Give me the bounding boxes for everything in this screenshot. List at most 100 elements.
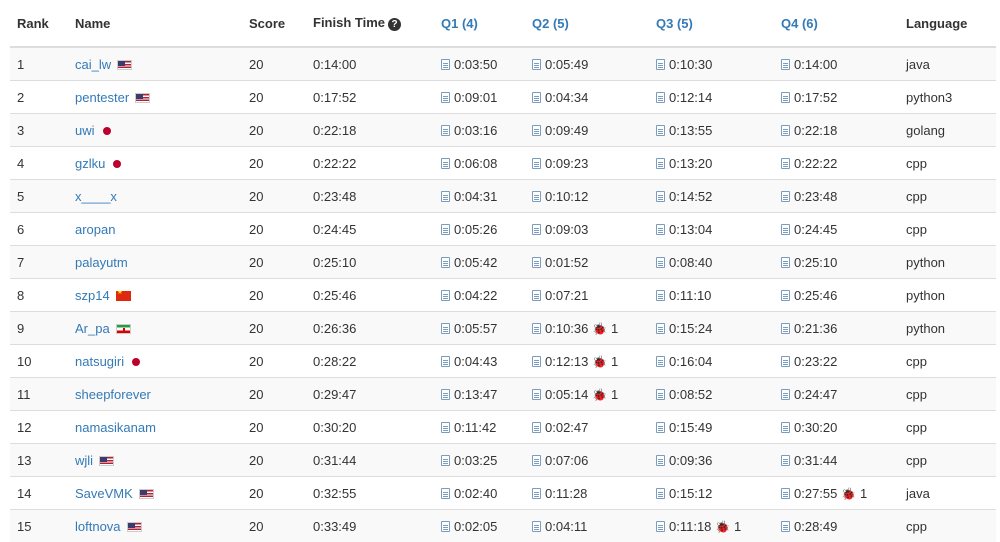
language-cell: cpp xyxy=(899,411,996,444)
score-cell: 20 xyxy=(242,378,306,411)
file-code-icon[interactable] xyxy=(656,356,665,367)
file-code-icon[interactable] xyxy=(781,92,790,103)
q4-time: 0:22:18 xyxy=(794,123,837,138)
file-code-icon[interactable] xyxy=(656,521,665,532)
q3-cell: 0:10:30 xyxy=(649,47,774,81)
file-code-icon[interactable] xyxy=(781,422,790,433)
q1-time: 0:09:01 xyxy=(454,90,497,105)
user-link[interactable]: x____x xyxy=(75,189,117,204)
file-code-icon[interactable] xyxy=(532,455,541,466)
user-link[interactable]: natsugiri xyxy=(75,354,124,369)
file-code-icon[interactable] xyxy=(441,356,450,367)
file-code-icon[interactable] xyxy=(656,455,665,466)
q3-time: 0:11:18 xyxy=(669,519,711,534)
user-link[interactable]: SaveVMK xyxy=(75,486,133,501)
col-q1[interactable]: Q1 (4) xyxy=(434,0,525,47)
file-code-icon[interactable] xyxy=(781,125,790,136)
rank-cell: 15 xyxy=(10,510,68,542)
user-link[interactable]: loftnova xyxy=(75,519,121,534)
file-code-icon[interactable] xyxy=(532,92,541,103)
file-code-icon[interactable] xyxy=(656,290,665,301)
file-code-icon[interactable] xyxy=(781,224,790,235)
file-code-icon[interactable] xyxy=(781,191,790,202)
col-q3[interactable]: Q3 (5) xyxy=(649,0,774,47)
finish-time-cell: 0:22:22 xyxy=(306,147,434,180)
file-code-icon[interactable] xyxy=(656,92,665,103)
file-code-icon[interactable] xyxy=(441,191,450,202)
user-link[interactable]: namasikanam xyxy=(75,420,156,435)
file-code-icon[interactable] xyxy=(532,521,541,532)
file-code-icon[interactable] xyxy=(781,257,790,268)
col-q4[interactable]: Q4 (6) xyxy=(774,0,899,47)
file-code-icon[interactable] xyxy=(656,59,665,70)
file-code-icon[interactable] xyxy=(441,257,450,268)
file-code-icon[interactable] xyxy=(532,59,541,70)
score-cell: 20 xyxy=(242,47,306,81)
file-code-icon[interactable] xyxy=(656,488,665,499)
q4-time: 0:14:00 xyxy=(794,57,837,72)
file-code-icon[interactable] xyxy=(781,158,790,169)
user-link[interactable]: cai_lw xyxy=(75,57,111,72)
file-code-icon[interactable] xyxy=(656,389,665,400)
finish-time-cell: 0:25:10 xyxy=(306,246,434,279)
q1-time: 0:06:08 xyxy=(454,156,497,171)
file-code-icon[interactable] xyxy=(781,59,790,70)
file-code-icon[interactable] xyxy=(441,521,450,532)
file-code-icon[interactable] xyxy=(441,290,450,301)
file-code-icon[interactable] xyxy=(781,488,790,499)
q4-time: 0:25:10 xyxy=(794,255,837,270)
file-code-icon[interactable] xyxy=(656,422,665,433)
file-code-icon[interactable] xyxy=(441,488,450,499)
file-code-icon[interactable] xyxy=(532,422,541,433)
file-code-icon[interactable] xyxy=(781,356,790,367)
file-code-icon[interactable] xyxy=(656,224,665,235)
file-code-icon[interactable] xyxy=(532,389,541,400)
file-code-icon[interactable] xyxy=(532,257,541,268)
name-cell: loftnova xyxy=(68,510,242,542)
file-code-icon[interactable] xyxy=(781,521,790,532)
q1-time: 0:02:05 xyxy=(454,519,497,534)
file-code-icon[interactable] xyxy=(656,323,665,334)
file-code-icon[interactable] xyxy=(656,191,665,202)
user-link[interactable]: aropan xyxy=(75,222,115,237)
file-code-icon[interactable] xyxy=(441,389,450,400)
col-q2[interactable]: Q2 (5) xyxy=(525,0,649,47)
file-code-icon[interactable] xyxy=(781,290,790,301)
finish-time-cell: 0:28:22 xyxy=(306,345,434,378)
user-link[interactable]: szp14 xyxy=(75,288,110,303)
file-code-icon[interactable] xyxy=(532,488,541,499)
file-code-icon[interactable] xyxy=(656,158,665,169)
file-code-icon[interactable] xyxy=(441,455,450,466)
file-code-icon[interactable] xyxy=(532,191,541,202)
file-code-icon[interactable] xyxy=(532,158,541,169)
file-code-icon[interactable] xyxy=(441,323,450,334)
file-code-icon[interactable] xyxy=(532,224,541,235)
file-code-icon[interactable] xyxy=(656,257,665,268)
file-code-icon[interactable] xyxy=(441,92,450,103)
user-link[interactable]: wjli xyxy=(75,453,93,468)
file-code-icon[interactable] xyxy=(781,455,790,466)
table-row: 1cai_lw200:14:000:03:500:05:490:10:300:1… xyxy=(10,47,996,81)
file-code-icon[interactable] xyxy=(441,224,450,235)
user-link[interactable]: sheepforever xyxy=(75,387,151,402)
file-code-icon[interactable] xyxy=(532,323,541,334)
user-link[interactable]: pentester xyxy=(75,90,129,105)
file-code-icon[interactable] xyxy=(441,59,450,70)
user-link[interactable]: Ar_pa xyxy=(75,321,110,336)
user-link[interactable]: palayutm xyxy=(75,255,128,270)
score-cell: 20 xyxy=(242,477,306,510)
file-code-icon[interactable] xyxy=(656,125,665,136)
col-score: Score xyxy=(242,0,306,47)
file-code-icon[interactable] xyxy=(781,323,790,334)
question-circle-icon[interactable]: ? xyxy=(388,18,401,31)
file-code-icon[interactable] xyxy=(532,125,541,136)
name-cell: wjli xyxy=(68,444,242,477)
file-code-icon[interactable] xyxy=(441,158,450,169)
file-code-icon[interactable] xyxy=(532,356,541,367)
file-code-icon[interactable] xyxy=(781,389,790,400)
user-link[interactable]: gzlku xyxy=(75,156,105,171)
file-code-icon[interactable] xyxy=(441,125,450,136)
file-code-icon[interactable] xyxy=(441,422,450,433)
user-link[interactable]: uwi xyxy=(75,123,95,138)
file-code-icon[interactable] xyxy=(532,290,541,301)
